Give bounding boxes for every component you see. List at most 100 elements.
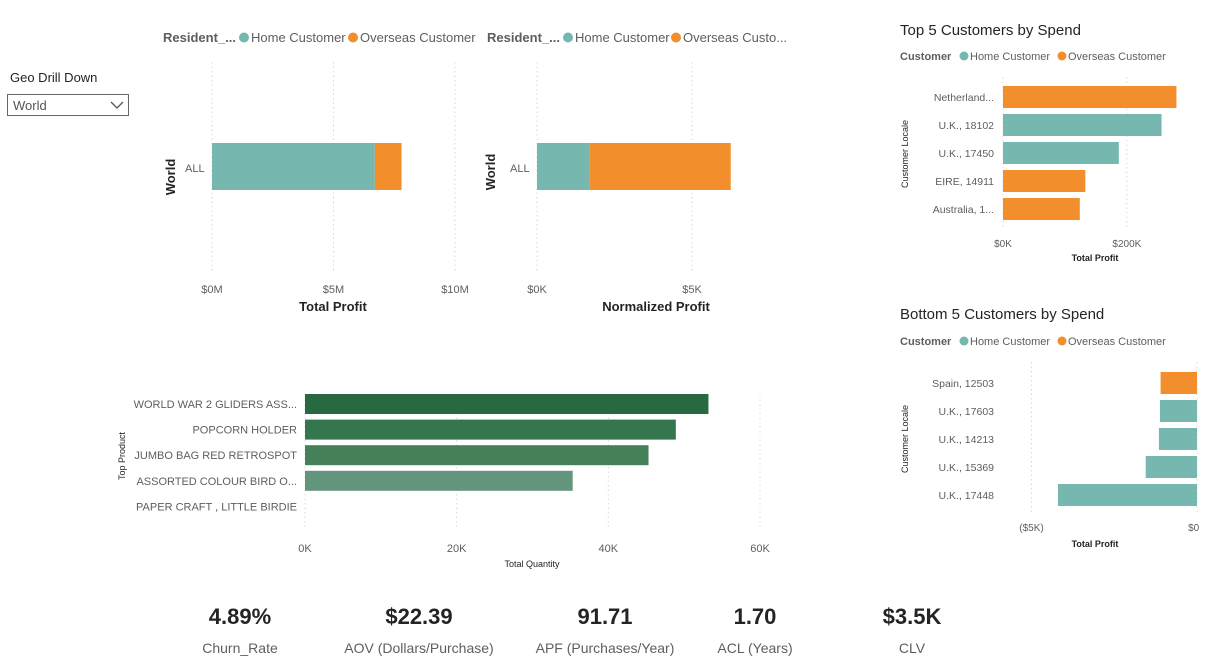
acl-value: 1.70: [733, 604, 777, 629]
bar: [1057, 484, 1197, 506]
legend-item-home: Home Customer: [251, 30, 346, 45]
x-tick-label: $0K: [994, 239, 1012, 250]
x-axis-title: Normalized Profit: [602, 299, 710, 314]
acl-label: ACL (Years): [717, 640, 793, 656]
plot-area: $0K $5K: [527, 62, 731, 296]
y-tick-label: WORLD WAR 2 GLIDERS ASS...: [134, 399, 297, 411]
legend-item-home: Home Customer: [970, 336, 1050, 348]
category-label: ALL: [510, 163, 530, 175]
y-tick-label: U.K., 15369: [939, 462, 995, 474]
bar: [305, 445, 649, 466]
bar: [1003, 86, 1177, 108]
bar-segment-overseas: [589, 143, 731, 190]
x-tick-label: 20K: [447, 543, 467, 555]
legend-marker-home: [959, 336, 969, 346]
legend-item-overseas: Overseas Customer: [360, 30, 476, 45]
y-tick-label: U.K., 14213: [939, 434, 995, 446]
legend: Resident_... Home Customer Overseas Cust…: [163, 30, 476, 45]
x-tick-label: 40K: [599, 543, 619, 555]
y-tick-label: U.K., 17448: [939, 490, 995, 502]
legend: Customer Home Customer Overseas Customer: [900, 336, 1166, 348]
x-tick-label: $0K: [1188, 523, 1200, 534]
y-axis-title: World: [483, 154, 498, 191]
category-label: ALL: [185, 163, 205, 175]
apf-value: 91.71: [577, 604, 633, 629]
legend-item-overseas: Overseas Custo...: [683, 30, 787, 45]
legend: Resident_... Home Customer Overseas Cust…: [487, 30, 787, 45]
legend-marker-overseas: [1057, 51, 1067, 61]
aov-label: AOV (Dollars/Purchase): [344, 640, 494, 656]
churn-rate-value: 4.89%: [208, 604, 272, 629]
dropdown-selected-value: World: [13, 98, 47, 113]
chart-title: Top 5 Customers by Spend: [900, 22, 1081, 39]
clv-value: $3.5K: [882, 604, 942, 629]
bar-segment-home: [537, 143, 590, 190]
y-axis-title: Top Product: [117, 431, 127, 480]
legend-title: Resident_...: [487, 30, 560, 45]
x-tick-label: 60K: [750, 543, 770, 555]
x-tick-label: $10M: [441, 284, 469, 296]
bar: [305, 470, 573, 491]
bar: [1003, 142, 1119, 164]
legend-title: Customer: [900, 336, 952, 348]
top5-customers-chart: Top 5 Customers by Spend Customer Home C…: [900, 22, 1177, 263]
top-products-chart: 0K 20K 40K 60K WORLD WAR 2 GLIDERS ASS... POP…: [117, 394, 770, 569]
legend-title: Resident_...: [163, 30, 236, 45]
legend-marker-overseas: [1057, 336, 1067, 346]
legend-marker-overseas: [348, 32, 358, 43]
plot-area: 0K 20K 40K 60K WORLD WAR 2 GLIDERS ASS... POP…: [134, 394, 770, 555]
y-tick-label: Spain, 12503: [932, 378, 994, 390]
x-axis-title: Total Quantity: [504, 559, 560, 569]
plot-area: $0M $5M $10M: [201, 62, 469, 296]
legend-title: Customer: [900, 51, 952, 63]
legend-marker-home: [239, 32, 249, 43]
bottom5-customers-chart: Bottom 5 Customers by Spend Customer Hom…: [900, 306, 1200, 549]
bar: [305, 419, 676, 440]
clv-label: CLV: [898, 640, 926, 656]
plot-area: $0K $200K Netherland... U.K., 18102 U.K., 17…: [933, 77, 1177, 250]
x-tick-label: $5K: [682, 284, 702, 296]
legend-item-overseas: Overseas Customer: [1068, 336, 1166, 348]
x-axis-title: Total Profit: [1072, 539, 1119, 549]
slicer-title: Geo Drill Down: [10, 70, 98, 85]
legend-marker-home: [959, 51, 969, 61]
y-axis-title: Customer Locale: [900, 405, 910, 473]
churn-rate-label: Churn_Rate: [202, 640, 278, 656]
x-tick-label: $200K: [1112, 239, 1141, 250]
x-tick-label: $0K: [527, 284, 547, 296]
legend-item-home: Home Customer: [575, 30, 670, 45]
x-tick-label: 0K: [298, 543, 312, 555]
y-axis-title: Customer Locale: [900, 120, 910, 188]
y-tick-label: EIRE, 14911: [935, 176, 994, 188]
x-axis-title: Total Profit: [1072, 253, 1119, 263]
y-tick-label: U.K., 18102: [939, 120, 995, 132]
y-tick-label: U.K., 17450: [939, 148, 995, 160]
chevron-down-icon: [110, 101, 124, 109]
aov-value: $22.39: [385, 604, 453, 629]
normalized-profit-chart: Resident_... Home Customer Overseas Cust…: [483, 30, 787, 314]
x-tick-label: $5M: [323, 284, 344, 296]
legend-item-overseas: Overseas Customer: [1068, 51, 1166, 63]
x-tick-label: $0M: [201, 284, 222, 296]
bar: [1145, 456, 1197, 478]
y-tick-label: POPCORN HOLDER: [192, 425, 297, 437]
bar: [1160, 372, 1197, 394]
y-tick-label: Australia, 1...: [933, 204, 994, 216]
bar: [1003, 170, 1086, 192]
bar: [1158, 428, 1197, 450]
bar-segment-home: [212, 143, 375, 190]
plot-area: ($5K) $0K Spain, 12503 U.K., 17603 U.K., 142…: [932, 362, 1200, 534]
bar: [1003, 198, 1080, 220]
legend-item-home: Home Customer: [970, 51, 1050, 63]
bar: [305, 394, 709, 414]
y-tick-label: U.K., 17603: [939, 406, 995, 418]
chart-title: Bottom 5 Customers by Spend: [900, 306, 1104, 323]
geo-drilldown-dropdown[interactable]: World: [7, 94, 129, 116]
x-tick-label: ($5K): [1019, 523, 1043, 534]
legend-marker-home: [563, 32, 573, 43]
x-axis-title: Total Profit: [299, 299, 367, 314]
y-tick-label: JUMBO BAG RED RETROSPOT: [134, 450, 297, 462]
bar: [1003, 114, 1162, 136]
bar-segment-overseas: [374, 143, 402, 190]
y-axis-title: World: [163, 159, 178, 196]
